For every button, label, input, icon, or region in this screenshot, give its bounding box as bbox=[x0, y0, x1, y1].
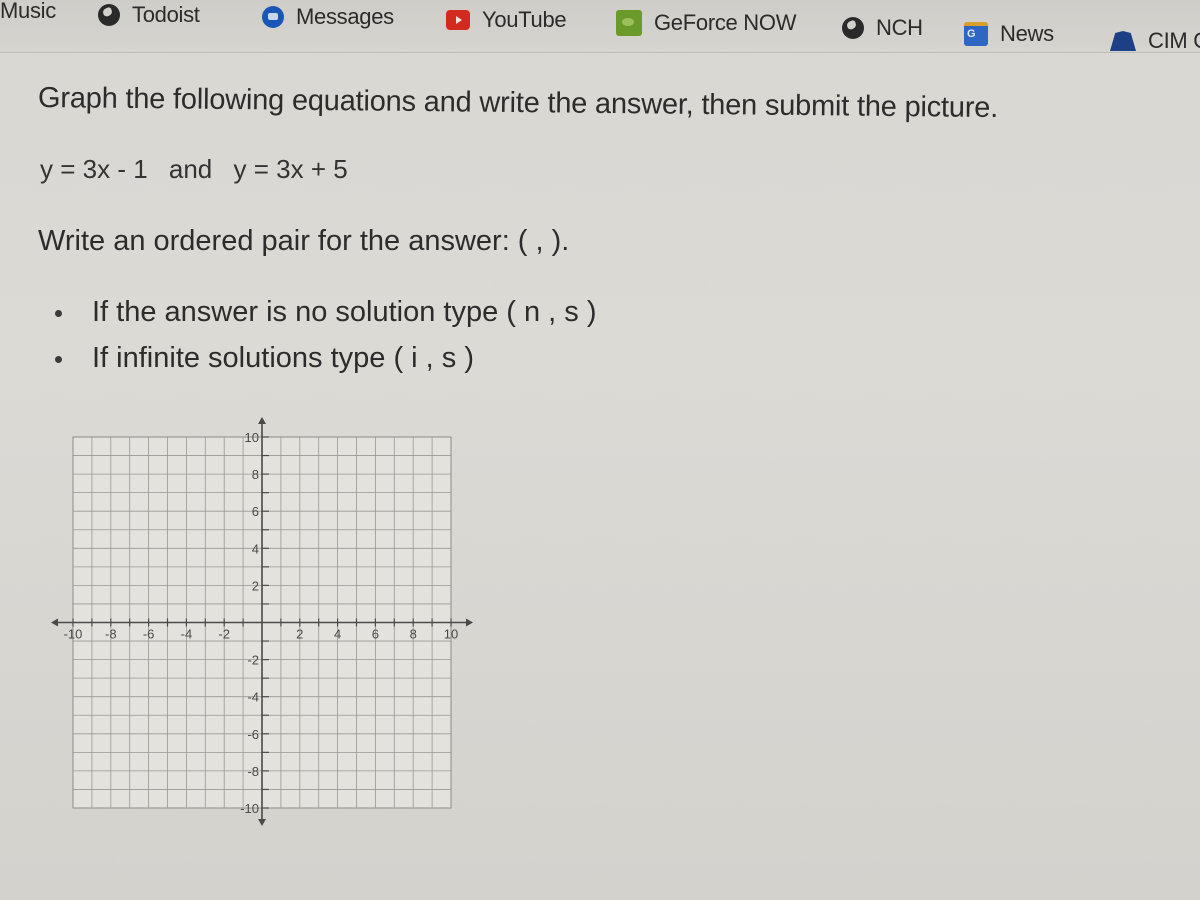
messages-icon bbox=[262, 6, 284, 28]
bookmarks-bar: Music Todoist Messages YouTube GeForce N… bbox=[0, 0, 1200, 53]
bookmark-label: CIM Op bbox=[1148, 28, 1200, 53]
coordinate-grid: -10 -8 -6 -4 -2 2 4 6 8 10 10 8 6 4 2 -2 -4 -6 -8 -10 bbox=[40, 410, 480, 835]
bookmark-label: Todoist bbox=[132, 2, 200, 27]
bookmark-label: News bbox=[1000, 21, 1054, 46]
x-tick-label: 2 bbox=[296, 627, 303, 642]
x-tick-label: -2 bbox=[218, 627, 230, 642]
google-news-icon bbox=[964, 22, 988, 46]
y-tick-label: 8 bbox=[252, 467, 259, 482]
bookmark-cim[interactable]: CIM Op bbox=[1110, 28, 1200, 54]
y-axis-arrow-down bbox=[258, 819, 266, 826]
globe-icon bbox=[98, 4, 120, 26]
x-axis-arrow-left bbox=[51, 618, 58, 627]
youtube-icon bbox=[446, 10, 470, 30]
x-tick-label: 8 bbox=[410, 627, 417, 642]
bookmark-label: Messages bbox=[296, 4, 394, 29]
x-tick-label: 10 bbox=[444, 627, 458, 642]
bookmark-label: GeForce NOW bbox=[654, 10, 797, 35]
x-tick-label: 4 bbox=[334, 627, 341, 642]
bookmark-label: NCH bbox=[876, 15, 923, 40]
bookmark-music[interactable]: Music bbox=[0, 0, 56, 24]
equation-1: y = 3x - 1 bbox=[40, 154, 148, 184]
instruction-no-solution: If the answer is no solution type ( n , … bbox=[50, 296, 597, 342]
x-tick-label: 6 bbox=[372, 627, 379, 642]
x-tick-label: -6 bbox=[143, 627, 155, 642]
worksheet-title: Graph the following equations and write … bbox=[37, 82, 999, 125]
x-tick-label: -8 bbox=[105, 627, 117, 642]
answer-prompt: Write an ordered pair for the answer: ( … bbox=[38, 225, 570, 257]
bookmark-messages[interactable]: Messages bbox=[262, 4, 394, 30]
bookmark-label: Music bbox=[0, 0, 56, 23]
cim-icon bbox=[1110, 31, 1136, 51]
x-tick-label: -10 bbox=[64, 627, 83, 642]
y-tick-label: 4 bbox=[252, 541, 259, 556]
bookmark-todoist[interactable]: Todoist bbox=[98, 2, 200, 28]
y-tick-label: -4 bbox=[247, 690, 259, 705]
y-axis-arrow-up bbox=[258, 417, 266, 424]
equation-2: y = 3x + 5 bbox=[233, 154, 348, 184]
y-tick-label: -6 bbox=[247, 727, 259, 742]
x-axis-arrow-right bbox=[466, 618, 473, 627]
y-tick-label: -8 bbox=[247, 764, 259, 779]
instruction-list: If the answer is no solution type ( n , … bbox=[50, 296, 597, 388]
coordinate-plane: -10 -8 -6 -4 -2 2 4 6 8 10 10 8 6 4 2 -2 -4 -6 -8 -10 bbox=[51, 417, 473, 826]
y-tick-label: -10 bbox=[240, 801, 259, 816]
bookmark-youtube[interactable]: YouTube bbox=[446, 7, 567, 33]
instruction-infinite-solutions: If infinite solutions type ( i , s ) bbox=[50, 342, 597, 388]
bookmark-nch[interactable]: NCH bbox=[842, 15, 923, 41]
y-tick-label: 6 bbox=[252, 504, 259, 519]
geforce-icon bbox=[616, 10, 642, 36]
y-tick-label: 2 bbox=[252, 578, 259, 593]
equation-connector: and bbox=[168, 154, 213, 184]
bookmark-geforce-now[interactable]: GeForce NOW bbox=[616, 10, 796, 36]
x-tick-label: -4 bbox=[181, 627, 193, 642]
y-tick-label: 10 bbox=[245, 430, 259, 445]
equations: y = 3x - 1 and y = 3x + 5 bbox=[40, 154, 362, 185]
bookmark-news[interactable]: News bbox=[964, 21, 1054, 47]
globe-icon bbox=[842, 17, 864, 39]
y-tick-label: -2 bbox=[247, 653, 259, 668]
bookmark-label: YouTube bbox=[482, 7, 567, 32]
